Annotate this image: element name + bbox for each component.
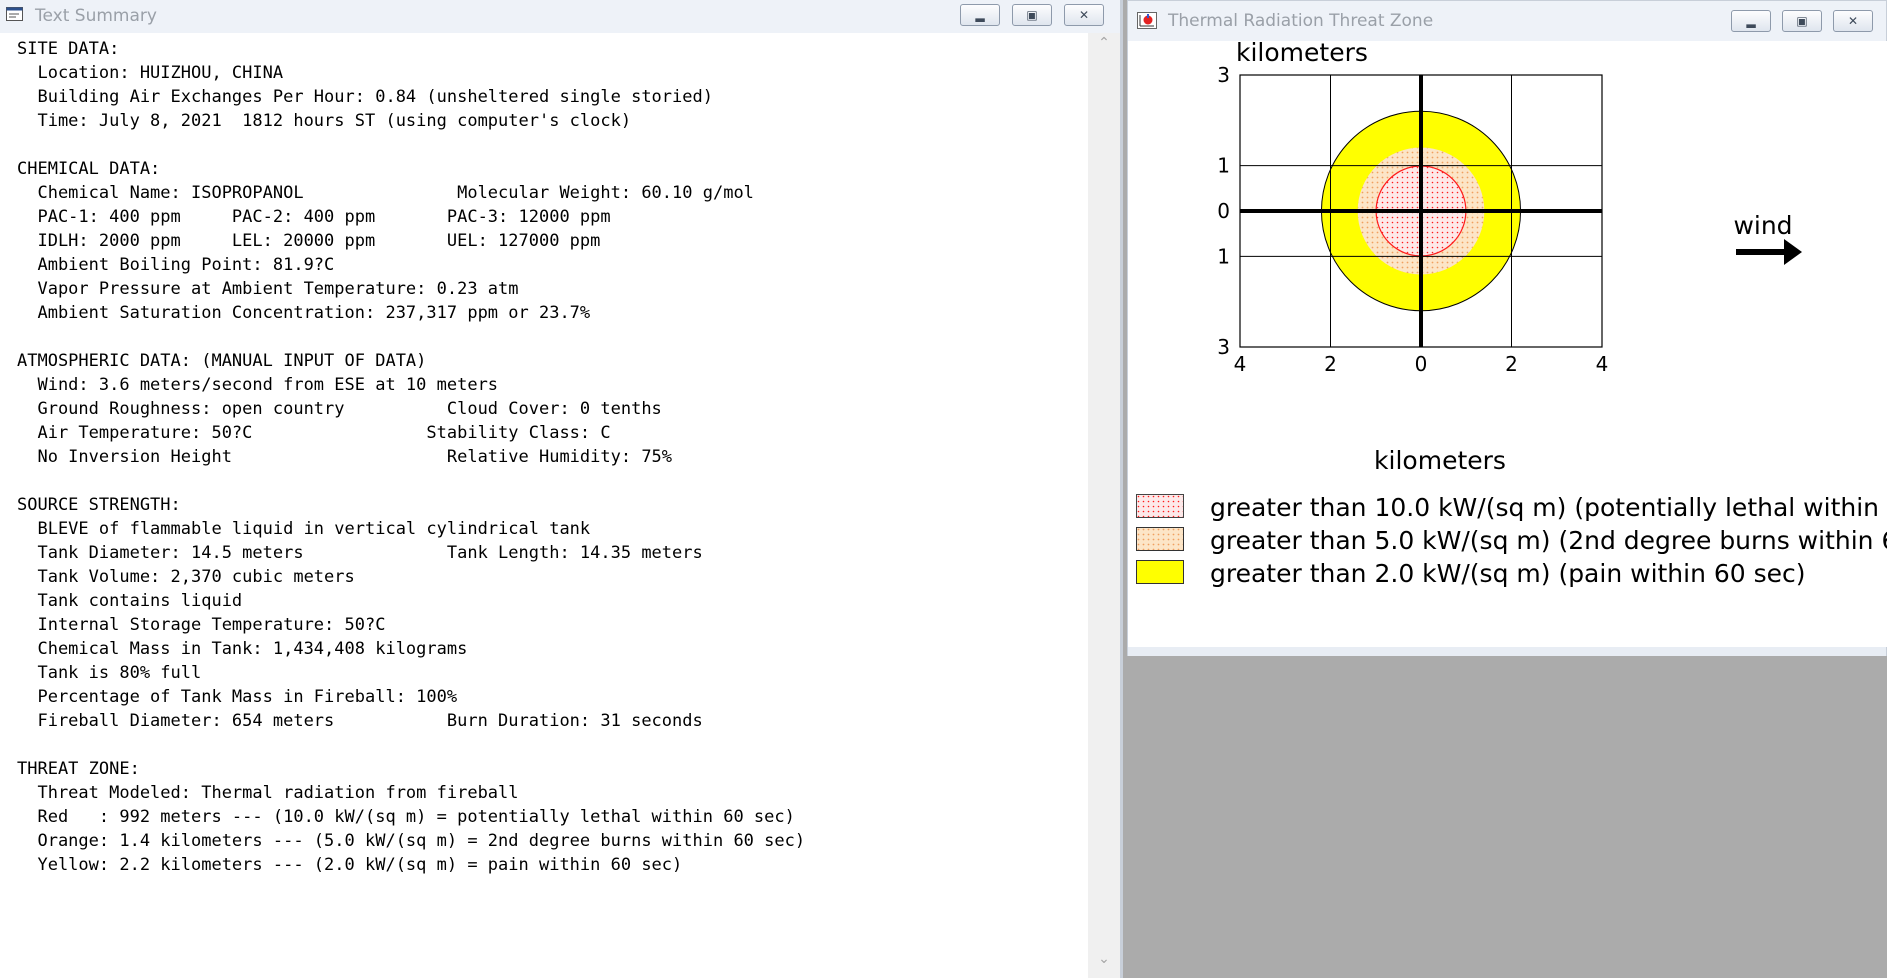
window-bottom-border [1128, 647, 1886, 656]
summary-line: Building Air Exchanges Per Hour: 0.84 (u… [17, 87, 713, 107]
summary-line: Red : 992 meters --- (10.0 kW/(sq m) = p… [17, 807, 795, 827]
threat-zone-chart: 4 2 0 2 431013 kilometers kilometers wind [1217, 41, 1802, 475]
threat-zone-plot-area: 4202431013 kilometers kilometers wind gr… [1136, 41, 1887, 647]
legend-swatch-orange [1136, 527, 1184, 551]
summary-line: Chemical Name: ISOPROPANOL Molecular Wei… [17, 183, 754, 203]
maximize-icon: ▣ [1796, 14, 1808, 28]
y-tick-label: 0 [1217, 199, 1230, 223]
summary-line: No Inversion Height Relative Humidity: 7… [17, 447, 673, 467]
text-summary-window: Text Summary ▂ ▣ ✕ SITE DATA: Location: … [0, 0, 1123, 978]
summary-line: SOURCE STRENGTH: [17, 495, 181, 515]
zone-close-button[interactable]: ✕ [1833, 10, 1873, 32]
legend-swatch-yellow [1136, 560, 1184, 584]
x-tick-label: 4 [1234, 352, 1247, 376]
summary-line: Ambient Boiling Point: 81.9?C [17, 255, 335, 275]
x-tick-label: 2 [1505, 352, 1518, 376]
summary-line: Ambient Saturation Concentration: 237,31… [17, 303, 591, 323]
vertical-scrollbar[interactable]: ⌃ ⌄ [1088, 33, 1120, 978]
zone-maximize-button[interactable]: ▣ [1782, 10, 1822, 32]
threat-zone-title: Thermal Radiation Threat Zone [1168, 11, 1434, 31]
legend-item-yellow: greater than 2.0 kW/(sq m) (pain within … [1136, 559, 1887, 589]
summary-line: Fireball Diameter: 654 meters Burn Durat… [17, 711, 703, 731]
summary-line: Yellow: 2.2 kilometers --- (2.0 kW/(sq m… [17, 855, 683, 875]
text-maximize-button[interactable]: ▣ [1012, 4, 1052, 26]
summary-line: Internal Storage Temperature: 50?C [17, 615, 386, 635]
text-summary-titlebar[interactable]: Text Summary ▂ ▣ ✕ [0, 0, 1120, 33]
y-tick-label: 3 [1217, 335, 1230, 359]
threat-zone-titlebar[interactable]: Thermal Radiation Threat Zone ▂ ▣ ✕ [1128, 1, 1886, 41]
minimize-icon: ▂ [1746, 14, 1756, 28]
y-tick-label: 1 [1217, 244, 1230, 268]
text-close-button[interactable]: ✕ [1064, 4, 1104, 26]
summary-line: Tank Volume: 2,370 cubic meters [17, 567, 355, 587]
x-tick-label: 2 [1324, 352, 1337, 376]
summary-line: Vapor Pressure at Ambient Temperature: 0… [17, 279, 519, 299]
scroll-up-icon[interactable]: ⌃ [1088, 35, 1120, 51]
summary-line: Air Temperature: 50?C Stability Class: C [17, 423, 611, 443]
summary-line: THREAT ZONE: [17, 759, 140, 779]
x-tick-label: 4 [1596, 352, 1609, 376]
legend-label-orange: greater than 5.0 kW/(sq m) (2nd degree b… [1210, 526, 1887, 555]
legend-label-red: greater than 10.0 kW/(sq m) (potentially… [1210, 493, 1887, 522]
summary-line: IDLH: 2000 ppm LEL: 20000 ppm UEL: 12700… [17, 231, 601, 251]
summary-line: CHEMICAL DATA: [17, 159, 161, 179]
summary-line: Chemical Mass in Tank: 1,434,408 kilogra… [17, 639, 468, 659]
wind-arrow-icon [1736, 239, 1802, 265]
summary-line: Tank contains liquid [17, 591, 243, 611]
summary-line: PAC-1: 400 ppm PAC-2: 400 ppm PAC-3: 120… [17, 207, 611, 227]
maximize-icon: ▣ [1026, 8, 1038, 22]
summary-text: SITE DATA: Location: HUIZHOU, CHINA Buil… [0, 33, 1088, 877]
text-summary-content[interactable]: SITE DATA: Location: HUIZHOU, CHINA Buil… [0, 33, 1088, 978]
y-tick-label: 3 [1217, 63, 1230, 87]
close-icon: ✕ [1078, 8, 1090, 22]
text-summary-title: Text Summary [35, 6, 157, 26]
summary-line: Orange: 1.4 kilometers --- (5.0 kW/(sq m… [17, 831, 806, 851]
summary-line: Tank Diameter: 14.5 meters Tank Length: … [17, 543, 703, 563]
summary-line: Wind: 3.6 meters/second from ESE at 10 m… [17, 375, 499, 395]
legend-item-orange: greater than 5.0 kW/(sq m) (2nd degree b… [1136, 526, 1887, 556]
summary-line: Time: July 8, 2021 1812 hours ST (using … [17, 111, 632, 131]
text-minimize-button[interactable]: ▂ [960, 4, 1000, 26]
text-window-icon [6, 7, 23, 21]
summary-line: Threat Modeled: Thermal radiation from f… [17, 783, 519, 803]
summary-line: Ground Roughness: open country Cloud Cov… [17, 399, 662, 419]
zone-minimize-button[interactable]: ▂ [1731, 10, 1771, 32]
summary-line: Tank is 80% full [17, 663, 202, 683]
x-tick-label: 0 [1415, 352, 1428, 376]
legend-item-red: greater than 10.0 kW/(sq m) (potentially… [1136, 493, 1887, 523]
legend-swatch-red [1136, 494, 1184, 518]
minimize-icon: ▂ [975, 8, 985, 22]
legend-label-yellow: greater than 2.0 kW/(sq m) (pain within … [1210, 559, 1806, 588]
threat-zone-window: Thermal Radiation Threat Zone ▂ ▣ ✕ 4 2 0 2… [1127, 0, 1887, 656]
summary-line: Percentage of Tank Mass in Fireball: 100… [17, 687, 458, 707]
scroll-down-icon[interactable]: ⌄ [1088, 951, 1120, 967]
threat-zone-app-icon [1137, 12, 1157, 29]
summary-line: ATMOSPHERIC DATA: (MANUAL INPUT OF DATA) [17, 351, 427, 371]
y-tick-label: 1 [1217, 154, 1230, 178]
x-axis-label: kilometers [1374, 446, 1506, 475]
close-icon: ✕ [1847, 14, 1859, 28]
summary-line: SITE DATA: [17, 39, 120, 59]
wind-label: wind [1733, 211, 1792, 240]
summary-line: BLEVE of flammable liquid in vertical cy… [17, 519, 591, 539]
y-axis-label: kilometers [1236, 41, 1368, 67]
summary-line: Location: HUIZHOU, CHINA [17, 63, 284, 83]
